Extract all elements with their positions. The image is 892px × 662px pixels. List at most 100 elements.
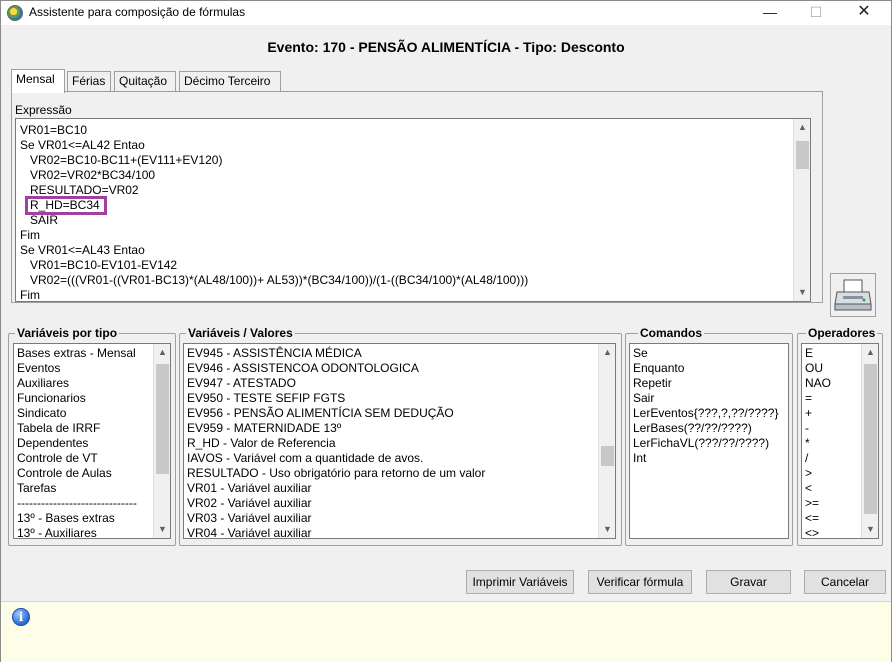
list-items-tipo: Bases extras - Mensal Eventos Auxiliares Fu… — [17, 346, 137, 538]
valores-scrollbar[interactable]: ▲ ▼ — [598, 344, 615, 538]
list-item[interactable]: > — [805, 466, 831, 481]
tab-decimo-terceiro[interactable]: Décimo Terceiro — [179, 71, 281, 91]
group-title-variaveis-valores: Variáveis / Valores — [186, 326, 295, 340]
cancelar-button[interactable]: Cancelar — [804, 570, 886, 594]
printer-icon — [834, 279, 872, 311]
list-item[interactable]: NAO — [805, 376, 831, 391]
title-bar: Assistente para composição de fórmulas —… — [1, 1, 891, 25]
tab-mensal[interactable]: Mensal — [11, 69, 65, 93]
scroll-up-icon[interactable]: ▲ — [154, 344, 170, 361]
scroll-down-icon[interactable]: ▼ — [862, 521, 878, 538]
list-item[interactable]: EV947 - ATESTADO — [187, 376, 485, 391]
list-item[interactable]: 13º - Bases extras — [17, 511, 137, 526]
list-item[interactable]: <> — [805, 526, 831, 538]
close-button[interactable]: ✕ — [841, 1, 887, 25]
expression-editor[interactable]: VR01=BC10 Se VR01<=AL42 Entao VR02=BC10-B… — [15, 118, 811, 302]
list-item[interactable]: R_HD - Valor de Referencia — [187, 436, 485, 451]
list-comandos[interactable]: Se Enquanto Repetir Sair LerEventos{???,?,??… — [629, 343, 789, 539]
list-item[interactable]: Funcionarios — [17, 391, 137, 406]
list-item[interactable]: Int — [633, 451, 778, 466]
list-item[interactable]: EV959 - MATERNIDADE 13º — [187, 421, 485, 436]
event-header-title: Evento: 170 - PENSÃO ALIMENTÍCIA - Tipo:… — [267, 39, 625, 55]
list-item[interactable]: Bases extras - Mensal — [17, 346, 137, 361]
scroll-down-icon[interactable]: ▼ — [794, 284, 810, 301]
list-item[interactable]: Repetir — [633, 376, 778, 391]
print-button[interactable] — [830, 273, 876, 317]
list-item[interactable]: / — [805, 451, 831, 466]
scroll-up-icon[interactable]: ▲ — [794, 119, 810, 136]
scroll-down-icon[interactable]: ▼ — [599, 521, 615, 538]
list-operadores[interactable]: E OU NAO = + - * / > < >= <= <> ▲ ▼ — [801, 343, 879, 539]
list-item[interactable]: LerFichaVL(???/??/????) — [633, 436, 778, 451]
list-item[interactable]: RESULTADO - Uso obrigatório para retorno… — [187, 466, 485, 481]
gravar-button[interactable]: Gravar — [706, 570, 791, 594]
list-item[interactable]: - — [805, 421, 831, 436]
scroll-thumb[interactable] — [156, 364, 169, 474]
list-item[interactable]: 13º - Auxiliares — [17, 526, 137, 538]
list-items-operadores: E OU NAO = + - * / > < >= <= <> — [805, 346, 831, 538]
list-item[interactable]: >= — [805, 496, 831, 511]
expression-line: Fim — [20, 288, 40, 302]
list-item[interactable]: + — [805, 406, 831, 421]
imprimir-variaveis-button[interactable]: Imprimir Variáveis — [466, 570, 574, 594]
list-item[interactable]: = — [805, 391, 831, 406]
list-item[interactable]: Sindicato — [17, 406, 137, 421]
minimize-button[interactable]: — — [747, 1, 793, 25]
list-item[interactable]: EV956 - PENSÃO ALIMENTÍCIA SEM DEDUÇÃO — [187, 406, 485, 421]
expression-line: VR02=(((VR01-((VR01-BC13)*(AL48/100))+ A… — [20, 273, 529, 287]
expression-line: Fim — [20, 228, 40, 242]
list-item[interactable]: Enquanto — [633, 361, 778, 376]
scroll-up-icon[interactable]: ▲ — [862, 344, 878, 361]
verificar-formula-button[interactable]: Verificar fórmula — [588, 570, 692, 594]
list-item[interactable]: Dependentes — [17, 436, 137, 451]
expression-line: VR01=BC10-EV101-EV142 — [20, 258, 178, 272]
list-item[interactable]: IAVOS - Variável com a quantidade de avo… — [187, 451, 485, 466]
list-item[interactable]: ------------------------------ — [17, 496, 137, 511]
expression-scrollbar[interactable]: ▲ ▼ — [793, 119, 810, 301]
expression-lines: VR01=BC10 Se VR01<=AL42 Entao VR02=BC10-B… — [20, 123, 790, 302]
list-item[interactable]: Auxiliares — [17, 376, 137, 391]
list-variaveis-por-tipo[interactable]: Bases extras - Mensal Eventos Auxiliares Fu… — [13, 343, 171, 539]
tab-ferias[interactable]: Férias — [67, 71, 111, 91]
expression-line: Se VR01<=AL43 Entao — [20, 243, 145, 257]
info-icon: i — [12, 608, 30, 626]
list-item[interactable]: VR04 - Variável auxiliar — [187, 526, 485, 538]
tipo-scrollbar[interactable]: ▲ ▼ — [153, 344, 170, 538]
list-item[interactable]: VR02 - Variável auxiliar — [187, 496, 485, 511]
group-title-operadores: Operadores — [806, 326, 878, 340]
list-item[interactable]: Se — [633, 346, 778, 361]
scroll-thumb[interactable] — [796, 141, 809, 169]
operadores-scrollbar[interactable]: ▲ ▼ — [861, 344, 878, 538]
tab-quitacao[interactable]: Quitação — [114, 71, 176, 91]
list-item[interactable]: E — [805, 346, 831, 361]
list-item[interactable]: Eventos — [17, 361, 137, 376]
scroll-thumb[interactable] — [601, 446, 614, 466]
list-item[interactable]: <= — [805, 511, 831, 526]
list-item[interactable]: Controle de Aulas — [17, 466, 137, 481]
list-item[interactable]: EV946 - ASSISTENCOA ODONTOLOGICA — [187, 361, 485, 376]
formula-assistant-window: Assistente para composição de fórmulas —… — [0, 0, 892, 662]
expression-line: VR02=BC10-BC11+(EV111+EV120) — [20, 153, 223, 167]
list-item[interactable]: Tabela de IRRF — [17, 421, 137, 436]
list-item[interactable]: LerBases(??/??/????) — [633, 421, 778, 436]
maximize-button[interactable]: ☐ — [793, 1, 839, 25]
group-title-variaveis-por-tipo: Variáveis por tipo — [15, 326, 120, 340]
list-variaveis-valores[interactable]: EV945 - ASSISTÊNCIA MÉDICA EV946 - ASSIST… — [183, 343, 616, 539]
list-item[interactable]: * — [805, 436, 831, 451]
list-item[interactable]: EV945 - ASSISTÊNCIA MÉDICA — [187, 346, 485, 361]
scroll-down-icon[interactable]: ▼ — [154, 521, 170, 538]
list-item[interactable]: VR03 - Variável auxiliar — [187, 511, 485, 526]
scroll-thumb[interactable] — [864, 364, 877, 514]
list-item[interactable]: EV950 - TESTE SEFIP FGTS — [187, 391, 485, 406]
scroll-up-icon[interactable]: ▲ — [599, 344, 615, 361]
list-item[interactable]: Controle de VT — [17, 451, 137, 466]
list-items-comandos: Se Enquanto Repetir Sair LerEventos{???,?,??… — [633, 346, 778, 466]
expression-line: RESULTADO=VR02 — [20, 183, 139, 197]
list-item[interactable]: LerEventos{???,?,??/????} — [633, 406, 778, 421]
list-item[interactable]: OU — [805, 361, 831, 376]
app-icon — [7, 5, 23, 21]
list-item[interactable]: < — [805, 481, 831, 496]
list-item[interactable]: Sair — [633, 391, 778, 406]
list-item[interactable]: VR01 - Variável auxiliar — [187, 481, 485, 496]
list-item[interactable]: Tarefas — [17, 481, 137, 496]
